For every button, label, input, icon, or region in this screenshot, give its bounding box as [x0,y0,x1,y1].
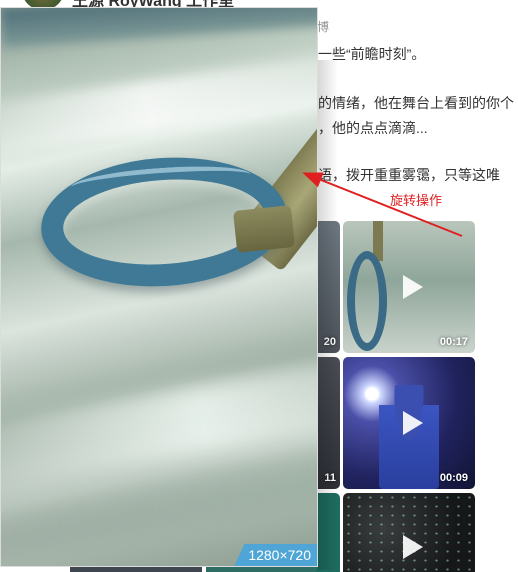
video-thumbnail[interactable]: 00:17 [343,221,475,353]
video-thumbnail[interactable] [343,493,475,572]
post-text-line-2: 的情绪，他在舞台上看到的你个 [318,95,514,111]
play-icon [403,535,423,559]
image-preview[interactable]: 1280×720 [0,7,318,567]
post-text-line-4: 语，拨开重重雾霭，只等这唯 [318,167,500,183]
preview-image [1,8,317,566]
play-icon [403,411,423,435]
video-thumbnail[interactable]: 00:09 [343,357,475,489]
annotation-label: 旋转操作 [390,193,443,208]
video-duration: 00:17 [439,336,468,348]
post-source: 博 [317,20,330,34]
video-duration: 00:09 [439,472,468,484]
play-icon [403,275,423,299]
resolution-badge: 1280×720 [234,544,317,566]
